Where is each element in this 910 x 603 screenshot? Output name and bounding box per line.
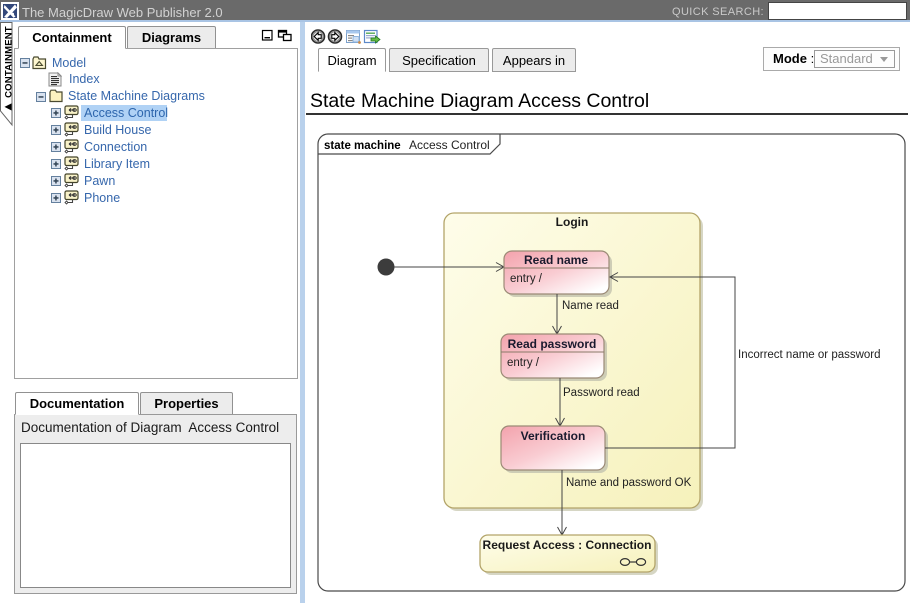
svg-text:Read password: Read password: [508, 337, 597, 351]
svg-text:entry /: entry /: [510, 273, 543, 285]
svg-text:Password read: Password read: [563, 387, 640, 399]
svg-text:Name and password OK: Name and password OK: [566, 477, 692, 489]
svg-text:Request Access : Connection: Request Access : Connection: [483, 538, 652, 552]
svg-text:Access Control: Access Control: [409, 138, 490, 152]
svg-text:Verification: Verification: [521, 429, 586, 443]
svg-text:state machine: state machine: [324, 140, 401, 152]
svg-text:Incorrect name or password: Incorrect name or password: [738, 349, 881, 361]
svg-text:Login: Login: [556, 215, 589, 229]
svg-text:Name read: Name read: [562, 300, 619, 312]
svg-text:Read name: Read name: [524, 253, 588, 267]
svg-text:entry /: entry /: [507, 357, 540, 369]
